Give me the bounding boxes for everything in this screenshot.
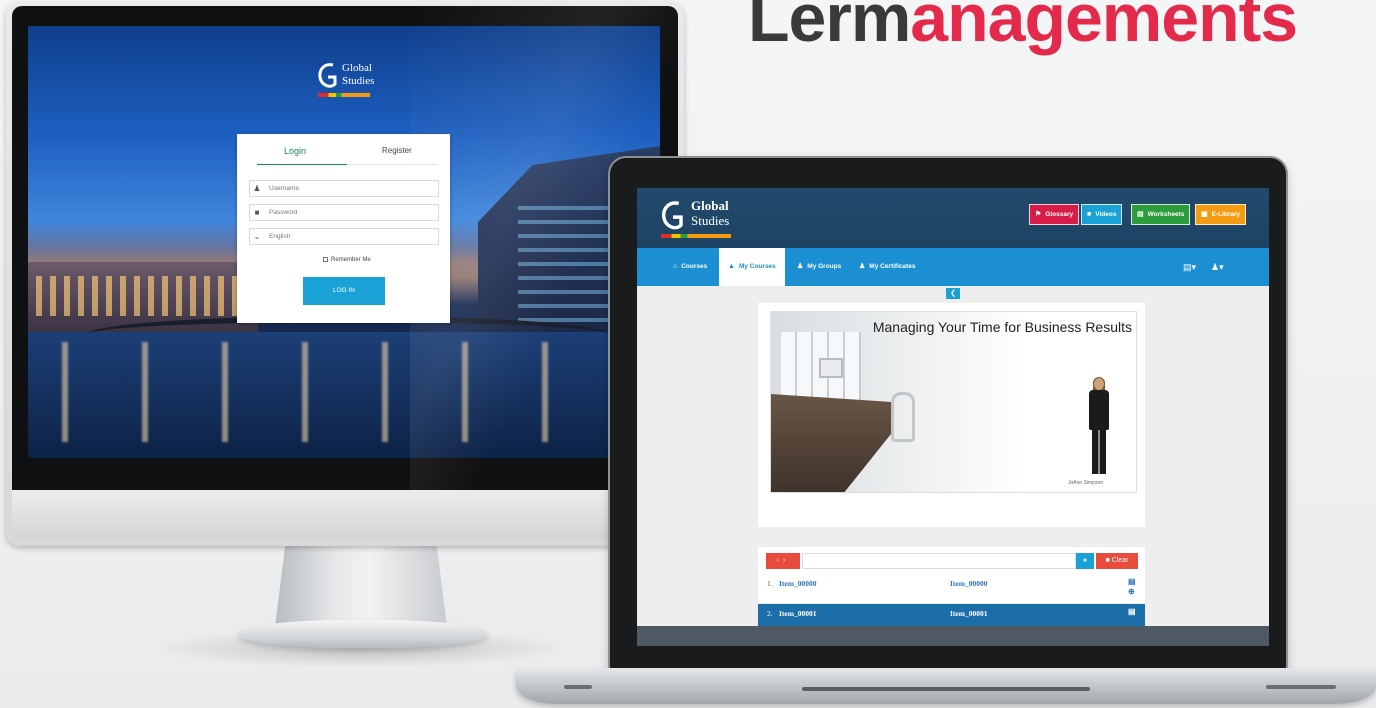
- password-placeholder: Password: [269, 209, 298, 216]
- tab-register[interactable]: Register: [382, 146, 412, 155]
- headline: Lermanagements: [748, 0, 1298, 58]
- chevron-down-icon: ⌄: [253, 232, 261, 241]
- monitor-chin: [12, 490, 678, 540]
- remember-label: Remember Me: [331, 257, 371, 264]
- desktop-login-screen: Global Studies Login Register ♟ Username…: [28, 26, 660, 458]
- username-field[interactable]: ♟ Username: [249, 180, 439, 197]
- list-search-input[interactable]: [802, 553, 1076, 569]
- worksheet-icon: ▤: [1137, 211, 1144, 218]
- library-icon: ▩: [1201, 211, 1208, 218]
- laptop-port-left: [564, 685, 592, 689]
- language-value: English: [269, 233, 291, 240]
- laptop-opening-slot: [802, 687, 1090, 691]
- logo-color-bar: [318, 93, 370, 97]
- pin-icon[interactable]: ●: [1076, 553, 1094, 569]
- laptop-base: [516, 668, 1376, 704]
- bookmark-icon: ⚑: [1035, 211, 1042, 218]
- remember-me[interactable]: Remember Me: [323, 257, 371, 263]
- list-item-number: 2.: [767, 609, 773, 618]
- collapse-toggle-icon[interactable]: ❮: [946, 288, 960, 299]
- office-chair: [891, 392, 915, 442]
- document-icon[interactable]: ▤: [1128, 607, 1136, 616]
- remember-checkbox[interactable]: [323, 257, 328, 262]
- list-item-col2[interactable]: Item_00001: [950, 609, 988, 618]
- group-icon: ♟: [797, 263, 804, 270]
- password-field[interactable]: ■ Password: [249, 204, 439, 221]
- logo-color-bar: [661, 234, 731, 238]
- elibrary-button[interactable]: ▩ E-Library: [1195, 204, 1247, 225]
- app-header: Global Studies ⚑ Glossary ■ Videos ▤ Worksh…: [637, 188, 1269, 248]
- glossary-label: Glossary: [1045, 211, 1074, 218]
- clear-button[interactable]: ■ Clear: [1096, 553, 1138, 569]
- monitor-stand-base: [238, 620, 488, 648]
- worksheets-label: Worksheets: [1147, 211, 1185, 218]
- login-card: Login Register ♟ Username ■ Password ⌄ E…: [237, 134, 450, 323]
- global-studies-logo[interactable]: Global Studies: [661, 198, 741, 240]
- clear-label: Clear: [1111, 557, 1129, 564]
- language-menu-icon[interactable]: ▤▾: [1183, 248, 1196, 286]
- certificate-icon: ♟: [859, 263, 866, 270]
- nav-my-courses-label: My Courses: [738, 263, 776, 270]
- gs-logo-icon: [662, 201, 683, 230]
- office-monitor: [819, 358, 843, 378]
- footer-bar: [637, 626, 1269, 646]
- main-nav: ⌂ Courses ▲ My Courses ♟ My Groups ♟ My Cert…: [637, 248, 1269, 286]
- logo-text-line1: Global: [342, 62, 372, 74]
- presenter-name: JoAnn Simpson: [1068, 480, 1104, 486]
- global-studies-logo: Global Studies: [318, 62, 388, 102]
- tab-login[interactable]: Login: [284, 146, 306, 156]
- language-select[interactable]: ⌄ English: [249, 228, 439, 245]
- tab-register-underline: [347, 164, 437, 165]
- nav-courses-label: Courses: [681, 263, 708, 270]
- list-item-col1[interactable]: Item_00000: [779, 579, 817, 588]
- laptop-course-screen: Global Studies ⚑ Glossary ■ Videos ▤ Worksh…: [637, 188, 1269, 646]
- username-placeholder: Username: [269, 185, 299, 192]
- headline-part-red: anagements: [910, 0, 1298, 56]
- presenter-torso: [1089, 390, 1109, 430]
- user-icon: ♟: [253, 184, 261, 193]
- videos-button[interactable]: ■ Videos: [1081, 204, 1123, 225]
- lock-icon: ■: [254, 208, 260, 217]
- video-frame[interactable]: Managing Your Time for Business Results …: [770, 311, 1137, 493]
- trash-icon: ■: [1105, 557, 1110, 564]
- video-player-card: Managing Your Time for Business Results …: [758, 303, 1145, 527]
- video-icon: ■: [1087, 211, 1092, 218]
- nav-my-certificates-label: My Certificates: [869, 263, 916, 270]
- presenter-head: [1094, 378, 1104, 390]
- presenter-legs: [1092, 428, 1106, 474]
- logo-text-line2: Studies: [691, 213, 730, 228]
- nav-my-groups-label: My Groups: [807, 263, 842, 270]
- nav-my-groups[interactable]: ♟ My Groups: [797, 248, 841, 286]
- headline-part-dark: Lerm: [748, 0, 911, 56]
- prev-next-buttons[interactable]: ‹›: [766, 553, 800, 569]
- document-icon[interactable]: ▤: [1128, 577, 1136, 586]
- presenter-figure: [1086, 377, 1112, 474]
- worksheets-button[interactable]: ▤ Worksheets: [1131, 204, 1191, 225]
- list-item-number: 1.: [767, 579, 773, 588]
- user-menu-icon[interactable]: ♟▾: [1211, 248, 1224, 286]
- logo-text-line1: Global: [691, 198, 729, 213]
- nav-my-certificates[interactable]: ♟ My Certificates: [859, 248, 916, 286]
- glossary-button[interactable]: ⚑ Glossary: [1029, 204, 1080, 225]
- monitor-stand: [275, 545, 447, 627]
- gs-logo-icon: [318, 63, 337, 88]
- add-circle-icon[interactable]: ⊕: [1128, 587, 1135, 596]
- login-button[interactable]: LOG IN: [303, 277, 385, 305]
- list-item-col1[interactable]: Item_00001: [779, 609, 817, 618]
- elibrary-label: E-Library: [1211, 211, 1241, 218]
- home-icon: ⌂: [673, 263, 678, 270]
- office-desk: [771, 394, 891, 492]
- nav-courses[interactable]: ⌂ Courses: [673, 248, 707, 286]
- list-item[interactable]: 1. Item_00000 Item_00000 ▤ ⊕: [758, 574, 1145, 604]
- graduation-cap-icon: ▲: [728, 263, 735, 270]
- background-water: [28, 332, 660, 458]
- tab-login-underline: [257, 164, 347, 165]
- logo-text-line2: Studies: [342, 75, 375, 87]
- list-item-col2[interactable]: Item_00000: [950, 579, 988, 588]
- laptop-port-right: [1266, 685, 1336, 689]
- video-title: Managing Your Time for Business Results: [872, 319, 1132, 335]
- videos-label: Videos: [1095, 211, 1117, 218]
- nav-my-courses[interactable]: ▲ My Courses: [719, 248, 785, 286]
